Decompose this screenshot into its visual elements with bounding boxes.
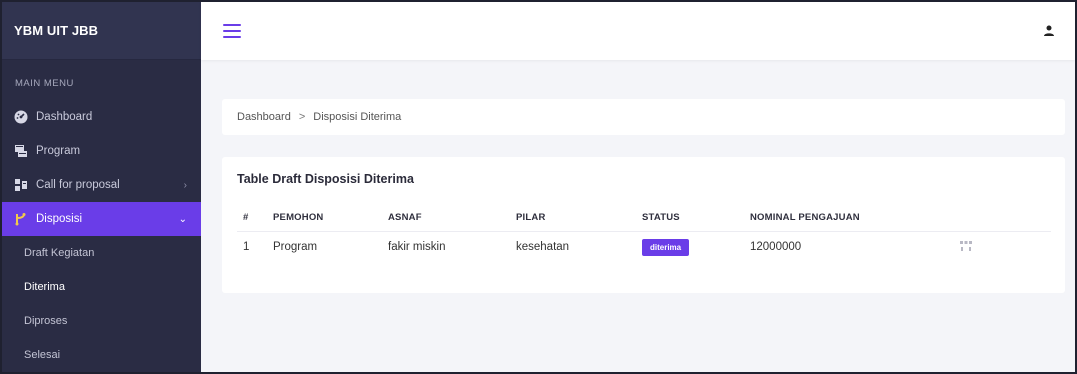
sidebar-subitem-draft-kegiatan[interactable]: Draft Kegiatan bbox=[2, 236, 201, 270]
sidebar-subitem-diterima[interactable]: Diterima bbox=[2, 270, 201, 304]
header-no: # bbox=[237, 205, 273, 232]
breadcrumb-home[interactable]: Dashboard bbox=[237, 111, 291, 123]
brand[interactable]: YBM UIT JBB bbox=[2, 2, 201, 60]
cell-pilar: kesehatan bbox=[516, 241, 570, 254]
brand-title: YBM UIT JBB bbox=[14, 23, 99, 38]
app-frame: YBM UIT JBB MAIN MENU Dashboard Program … bbox=[0, 0, 1077, 374]
breadcrumb: Dashboard > Disposisi Diterima bbox=[222, 99, 1065, 135]
header-status: STATUS bbox=[642, 205, 750, 232]
sidebar-item-disposisi[interactable]: Disposisi ⌄ bbox=[2, 202, 201, 236]
header-asnaf: ASNAF bbox=[388, 205, 516, 232]
program-icon bbox=[14, 144, 28, 158]
chevron-down-icon: ⌄ bbox=[178, 213, 187, 225]
sidebar-item-label: Dashboard bbox=[36, 111, 93, 123]
sidebar: YBM UIT JBB MAIN MENU Dashboard Program … bbox=[2, 2, 201, 372]
disposisi-icon bbox=[14, 212, 28, 226]
topbar bbox=[201, 2, 1075, 60]
sidebar-item-label: Disposisi bbox=[36, 213, 83, 225]
header-pilar: PILAR bbox=[516, 205, 642, 232]
breadcrumb-separator: > bbox=[298, 111, 306, 123]
sidebar-item-label: Program bbox=[36, 145, 81, 157]
table-header-row: # PEMOHON ASNAF PILAR STATUS NOMINAL PEN… bbox=[237, 205, 1051, 232]
table-title: Table Draft Disposisi Diterima bbox=[237, 172, 414, 186]
table-row: 1 Program fakir miskin kesehatan diterim… bbox=[237, 231, 1051, 263]
sidebar-item-call-for-proposal[interactable]: Call for proposal › bbox=[2, 168, 201, 202]
header-actions bbox=[960, 205, 1051, 232]
cell-nominal: 12000000 bbox=[750, 241, 802, 254]
status-badge: diterima bbox=[642, 238, 690, 256]
menu-toggle-icon[interactable] bbox=[223, 24, 241, 38]
sidebar-item-label: Call for proposal bbox=[36, 179, 120, 191]
header-nominal: NOMINAL PENGAJUAN bbox=[750, 205, 960, 232]
disposisi-table: # PEMOHON ASNAF PILAR STATUS NOMINAL PEN… bbox=[237, 205, 1051, 263]
cell-pemohon: Program bbox=[273, 241, 318, 254]
cell-actions bbox=[960, 231, 1051, 263]
sidebar-subitem-diproses[interactable]: Diproses bbox=[2, 304, 201, 338]
user-icon[interactable] bbox=[1043, 24, 1055, 38]
chevron-right-icon: › bbox=[183, 179, 187, 191]
menu-title: MAIN MENU bbox=[15, 78, 74, 89]
detail-action-icon[interactable] bbox=[960, 240, 972, 251]
header-pemohon: PEMOHON bbox=[273, 205, 388, 232]
sidebar-item-program[interactable]: Program bbox=[2, 134, 201, 168]
sidebar-item-dashboard[interactable]: Dashboard bbox=[2, 100, 201, 134]
cell-asnaf: fakir miskin bbox=[388, 241, 446, 254]
breadcrumb-current: Disposisi Diterima bbox=[313, 111, 402, 123]
cell-status: diterima bbox=[642, 231, 750, 263]
call-for-proposal-icon bbox=[14, 178, 28, 192]
cell-no: 1 bbox=[243, 241, 250, 254]
table-card: Table Draft Disposisi Diterima # PEMOHON… bbox=[222, 157, 1065, 293]
dashboard-icon bbox=[14, 110, 28, 124]
sidebar-subitem-selesai[interactable]: Selesai bbox=[2, 338, 201, 372]
